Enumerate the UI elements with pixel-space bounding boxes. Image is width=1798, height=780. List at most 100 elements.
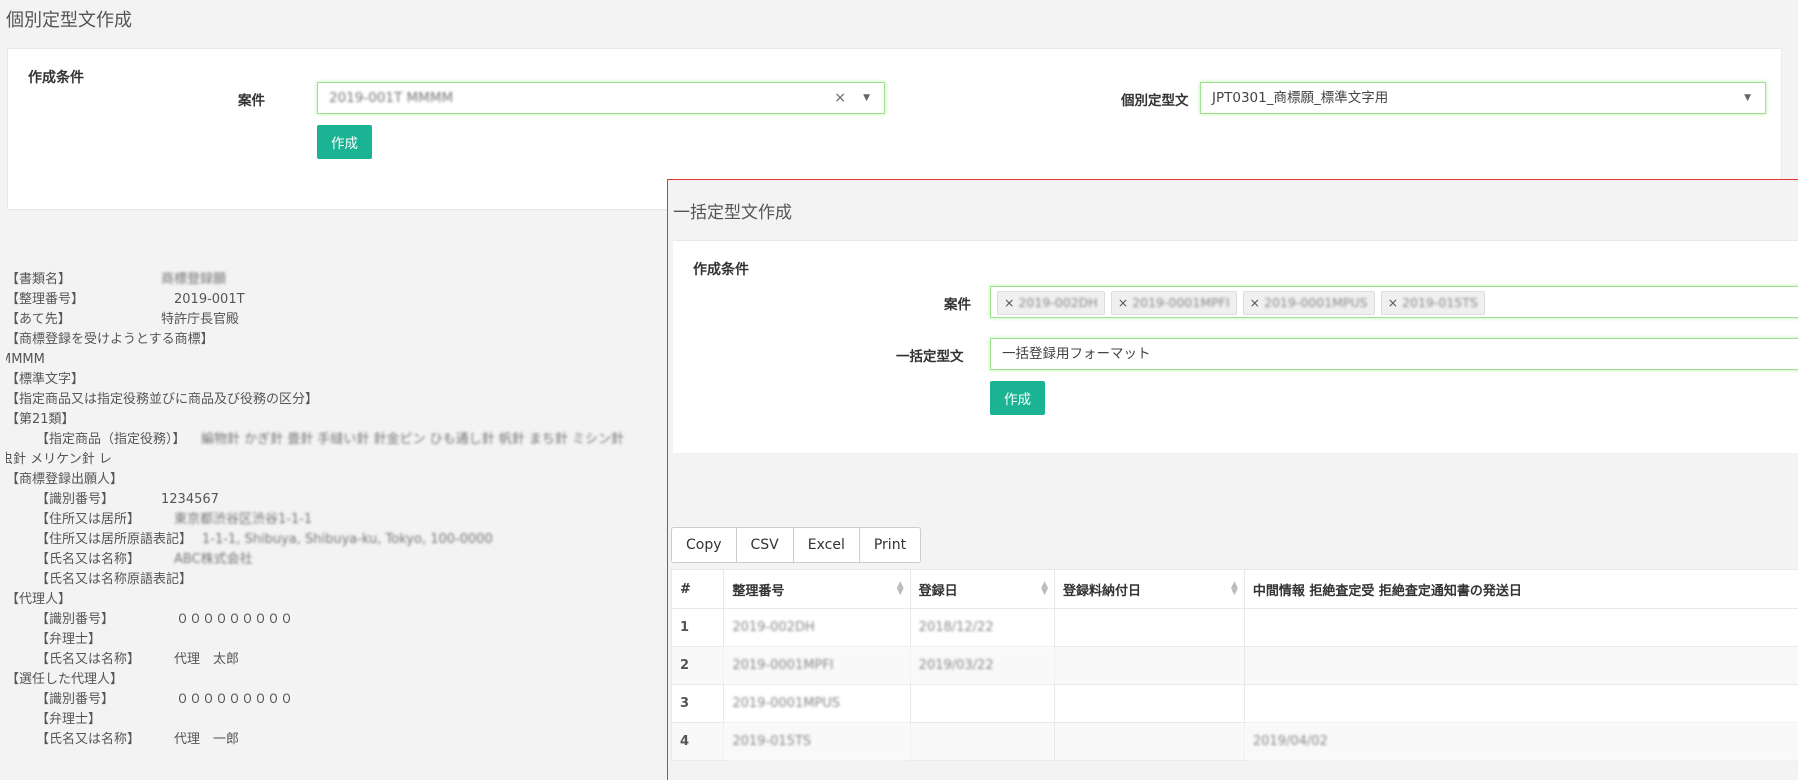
document-line: 【商標登録を受けようとする商標】 — [6, 330, 666, 350]
export-excel-button[interactable]: Excel — [794, 528, 860, 562]
document-line: 【弁理士】 — [6, 630, 666, 650]
document-line-value: 商標登録願 — [161, 270, 226, 290]
remove-tag-icon[interactable]: × — [1388, 295, 1398, 310]
document-line: 【選任した代理人】 — [6, 670, 666, 690]
case-select-value: 2019-001T MMMM — [329, 90, 453, 106]
chevron-down-icon[interactable]: ▼ — [863, 83, 870, 113]
bulk-create-button[interactable]: 作成 — [990, 381, 1045, 415]
document-line: 【識別番号】０００００００００ — [6, 690, 666, 710]
document-line: 【氏名又は名称】代理 一郎 — [6, 730, 666, 750]
table-cell-mid — [1244, 609, 1798, 647]
case-tag-label: 2019-002DH — [1018, 295, 1097, 310]
table-row[interactable]: 12019-002DH2018/12/22 — [672, 609, 1798, 647]
document-line-key: MMMM — [6, 350, 45, 370]
case-tags-input[interactable]: ×2019-002DH×2019-0001MPFI×2019-0001MPUS×… — [990, 286, 1798, 318]
bulk-title: 一括定型文作成 — [673, 198, 792, 223]
document-line-value: 東京都渋谷区渋谷1-1-1 — [174, 510, 312, 530]
document-line: 【標準文字】 — [6, 370, 666, 390]
document-line-key: 【書類名】 — [6, 270, 71, 290]
document-line-key: 【氏名又は名称】 — [36, 550, 140, 570]
column-header-label: 登録料納付日 — [1063, 584, 1141, 599]
document-line-value: 特許庁長官殿 — [161, 310, 239, 330]
bulk-case-label: 案件 — [944, 293, 971, 313]
table-cell-ref: 2019-0001MPFI — [724, 647, 910, 685]
panel-heading: 作成条件 — [28, 67, 84, 87]
table-cell-reg — [910, 685, 1054, 723]
bulk-template-select[interactable]: 一括登録用フォーマット — [990, 338, 1798, 370]
document-line-key: 【識別番号】 — [36, 490, 114, 510]
column-header[interactable]: 整理番号 ▲▼ — [724, 570, 910, 609]
document-line-value: ０００００００００ — [176, 610, 293, 630]
document-line-key: 【整理番号】 — [6, 290, 84, 310]
table-row[interactable]: 32019-0001MPUS — [672, 685, 1798, 723]
column-header-label: 中間情報 拒絶査定受 拒絶査定通知書の発送日 — [1253, 584, 1522, 599]
document-line: 【代理人】 — [6, 590, 666, 610]
table-row[interactable]: 42019-015TS2019/04/02 — [672, 723, 1798, 761]
remove-tag-icon[interactable]: × — [1250, 295, 1260, 310]
document-line-key: 【商標登録を受けようとする商標】 — [6, 330, 214, 350]
column-header[interactable]: 中間情報 拒絶査定受 拒絶査定通知書の発送日 — [1244, 570, 1798, 609]
table-cell-num: 2 — [672, 647, 724, 685]
document-line-value: 代理 太郎 — [174, 650, 239, 670]
document-line: 【識別番号】1234567 — [6, 490, 666, 510]
column-header[interactable]: # — [672, 570, 724, 609]
document-line-key: 【第21類】 — [6, 410, 75, 430]
document-line: 【商標登録出願人】 — [6, 470, 666, 490]
document-line: 【住所又は居所】東京都渋谷区渋谷1-1-1 — [6, 510, 666, 530]
bulk-conditions-panel: 作成条件 案件 ×2019-002DH×2019-0001MPFI×2019-0… — [673, 240, 1798, 453]
case-tag[interactable]: × 2019-0001MPFI — [1111, 291, 1237, 315]
document-line-key: 【代理人】 — [6, 590, 71, 610]
document-line: 【住所又は居所原語表記】1-1-1, Shibuya, Shibuya-ku, … — [6, 530, 666, 550]
create-button[interactable]: 作成 — [317, 125, 372, 159]
chevron-down-icon[interactable]: ▼ — [1744, 83, 1751, 113]
export-print-button[interactable]: Print — [860, 528, 920, 562]
sort-icon[interactable]: ▲▼ — [897, 582, 904, 596]
document-line-key: 【識別番号】 — [36, 610, 114, 630]
page-title: 個別定型文作成 — [6, 6, 132, 32]
remove-tag-icon[interactable]: × — [1004, 295, 1014, 310]
document-line: 【識別番号】 ０００００００００ — [6, 610, 666, 630]
table-cell-reg: 2018/12/22 — [910, 609, 1054, 647]
document-line: 【書類名】 商標登録願 — [6, 270, 666, 290]
document-line-key: 【商標登録出願人】 — [6, 470, 123, 490]
document-line-key: 虫針 メリケン針 レ — [6, 450, 112, 470]
table-cell-pay — [1055, 609, 1245, 647]
document-line: 【あて先】特許庁長官殿 — [6, 310, 666, 330]
template-select-value: JPT0301_商標願_標準文字用 — [1212, 90, 1388, 106]
bulk-template-dialog: 一括定型文作成 作成条件 案件 × 2019-002DH × 2019-0001MPF… — [667, 179, 1798, 780]
bulk-heading: 作成条件 — [693, 259, 749, 279]
table-row[interactable]: 22019-0001MPFI2019/03/22 — [672, 647, 1798, 685]
document-line-value: 編物針 かぎ針 畳針 手縫い針 針金ピン ひも通し針 帆針 まち針 ミシン針 — [201, 430, 624, 450]
document-line-key: 【氏名又は名称】 — [36, 650, 140, 670]
case-tag-label: 2019-0001MPFI — [1132, 295, 1229, 310]
remove-tag-icon[interactable]: × — [1118, 295, 1128, 310]
column-header[interactable]: 登録日 ▲▼ — [910, 570, 1054, 609]
sort-icon[interactable]: ▲▼ — [1231, 582, 1238, 596]
document-line-value: 代理 一郎 — [174, 730, 239, 750]
document-line-key: 【選任した代理人】 — [6, 670, 123, 690]
table-cell-mid — [1244, 685, 1798, 723]
table-cell-pay — [1055, 723, 1245, 761]
document-line-key: 【標準文字】 — [6, 370, 84, 390]
document-line-key: 【氏名又は名称原語表記】 — [36, 570, 192, 590]
column-header-label: 登録日 — [919, 584, 958, 599]
sort-icon[interactable]: ▲▼ — [1041, 582, 1048, 596]
template-select[interactable]: JPT0301_商標願_標準文字用 ▼ — [1200, 82, 1766, 114]
document-line: 【弁理士】 — [6, 710, 666, 730]
column-header[interactable]: 登録料納付日 ▲▼ — [1055, 570, 1245, 609]
table-cell-num: 1 — [672, 609, 724, 647]
template-label: 個別定型文 — [1121, 89, 1189, 109]
clear-icon[interactable]: × — [834, 83, 846, 113]
export-csv-button[interactable]: CSV — [737, 528, 794, 562]
case-select[interactable]: 2019-001T MMMM × ▼ — [317, 82, 885, 114]
case-label: 案件 — [238, 89, 265, 109]
case-tag[interactable]: × 2019-002DH — [997, 291, 1105, 315]
document-line: MMMM — [6, 350, 666, 370]
case-tag[interactable]: ×2019-0001MPUS — [1243, 291, 1375, 315]
case-tag-label: 2019-015TS — [1402, 295, 1478, 310]
export-copy-button[interactable]: Copy — [672, 528, 737, 562]
column-header-label: 整理番号 — [732, 584, 784, 599]
case-tag[interactable]: × 2019-015TS — [1381, 291, 1485, 315]
document-line: 【指定商品（指定役務）】編物針 かぎ針 畳針 手縫い針 針金ピン ひも通し針 帆… — [6, 430, 666, 450]
table-cell-pay — [1055, 685, 1245, 723]
